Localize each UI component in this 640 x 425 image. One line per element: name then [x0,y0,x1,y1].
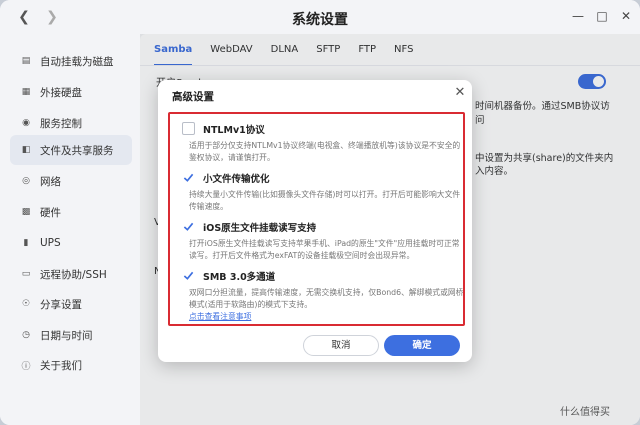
sidebar-item-label: 网络 [40,175,61,188]
sidebar-item-label: 文件及共享服务 [40,144,114,157]
checkmark-icon [183,271,194,280]
sidebar-item-label: 自动挂载为磁盘 [40,55,114,68]
maximize-icon[interactable]: □ [595,9,609,23]
view-notes-link[interactable]: 点击查看注意事项 [189,312,251,321]
sidebar-item-label: 硬件 [40,206,61,219]
sidebar-item-service-control[interactable]: ◉ 服务控制 [10,108,132,138]
sidebar-item-file-sharing[interactable]: ◧ 文件及共享服务 [10,135,132,165]
dialog-title: 高级设置 [172,91,214,103]
sidebar-item-external-disk[interactable]: ▦ 外接硬盘 [10,77,132,107]
option-title: 小文件传输优化 [203,174,270,185]
smb3-multichannel-checkbox[interactable] [182,269,195,282]
info-icon: ⓘ [21,361,31,372]
option-ios-native-files: iOS原生文件挂载读写支持 打开iOS原生文件挂载读写支持苹果手机、iPad的原… [182,219,460,265]
sidebar-item-label: 远程协助/SSH [40,268,107,281]
sidebar-item-about[interactable]: ⓘ 关于我们 [10,350,132,380]
window-title: 系统设置 [292,12,348,28]
checkmark-icon [183,222,194,231]
option-title: iOS原生文件挂载读写支持 [203,223,317,234]
globe-icon: ◎ [22,176,30,186]
folder-icon: ◧ [21,145,31,155]
sidebar-item-label: 服务控制 [40,117,82,130]
remote-icon: ▭ [21,269,31,279]
battery-icon: ▮ [23,238,29,248]
advanced-settings-dialog: 高级设置 ✕ NTLMv1协议 适用于部分仅支持NTLMv1协议终端(电视盒、终… [158,80,472,362]
sidebar-item-remote-ssh[interactable]: ▭ 远程协助/SSH [10,259,132,289]
external-disk-icon: ▦ [21,87,31,97]
drive-icon: ▤ [21,56,31,66]
sidebar-item-label: 日期与时间 [40,329,93,342]
highlight-box: NTLMv1协议 适用于部分仅支持NTLMv1协议终端(电视盒、终端播放机等)该… [168,112,465,326]
sidebar-item-hardware[interactable]: ▩ 硬件 [10,197,132,227]
checkmark-icon [183,173,194,182]
settings-window: ❮ ❯ 系统设置 — □ ✕ ▤ 自动挂载为磁盘 ▦ 外接硬盘 ◉ 服务控制 ◧… [0,0,640,425]
option-ntlmv1: NTLMv1协议 适用于部分仅支持NTLMv1协议终端(电视盒、终端播放机等)该… [182,121,460,167]
sidebar-item-label: 关于我们 [40,359,82,372]
toggle-icon: ◉ [22,118,30,128]
minimize-icon[interactable]: — [571,9,585,23]
cancel-button[interactable]: 取消 [303,335,379,356]
sidebar-item-network[interactable]: ◎ 网络 [10,166,132,196]
share-icon: ☉ [21,299,31,309]
sidebar-item-label: UPS [40,237,61,249]
option-description-text: 双网口分担流量，提高传输速度，无需交换机支持，仅Bond6、解绑模式或网桥模式(… [189,288,464,309]
small-file-checkbox[interactable] [182,171,195,184]
sidebar-item-label: 分享设置 [40,298,82,311]
ios-files-checkbox[interactable] [182,220,195,233]
sidebar-item-ups[interactable]: ▮ UPS [10,228,132,258]
sidebar-item-share-settings[interactable]: ☉ 分享设置 [10,289,132,319]
option-title: NTLMv1协议 [203,125,265,136]
clock-icon: ◷ [22,330,30,340]
option-description: 打开iOS原生文件挂载读写支持苹果手机、iPad的原生"文件"应用挂载时可正常读… [189,239,460,260]
close-icon[interactable]: ✕ [619,9,633,23]
sidebar-item-label: 外接硬盘 [40,86,82,99]
option-title: SMB 3.0多通道 [203,272,276,283]
option-description: 适用于部分仅支持NTLMv1协议终端(电视盒、终端播放机等)该协议是不安全的鉴权… [189,141,461,162]
option-smb3-multichannel: SMB 3.0多通道 双网口分担流量，提高传输速度，无需交换机支持，仅Bond6… [182,268,463,324]
title-bar: ❮ ❯ 系统设置 — □ ✕ [0,0,640,34]
sidebar: ▤ 自动挂载为磁盘 ▦ 外接硬盘 ◉ 服务控制 ◧ 文件及共享服务 ◎ 网络 ▩… [0,34,140,425]
hardware-icon: ▩ [21,207,31,217]
option-description: 双网口分担流量，提高传输速度，无需交换机支持，仅Bond6、解绑模式或网桥模式(… [189,287,465,323]
dialog-close-icon[interactable]: ✕ [454,86,466,100]
ntlmv1-checkbox[interactable] [182,122,195,135]
sidebar-item-date-time[interactable]: ◷ 日期与时间 [10,320,132,350]
confirm-button[interactable]: 确定 [384,335,460,356]
option-small-file-optimization: 小文件传输优化 持续大量小文件传输(比如摄像头文件存储)时可以打开。打开后可能影… [182,170,460,216]
option-description: 持续大量小文件传输(比如摄像头文件存储)时可以打开。打开后可能影响大文件传输速度… [189,190,461,211]
watermark-logo: 什么值得买 [560,407,610,418]
sidebar-item-auto-mount[interactable]: ▤ 自动挂载为磁盘 [10,46,132,76]
